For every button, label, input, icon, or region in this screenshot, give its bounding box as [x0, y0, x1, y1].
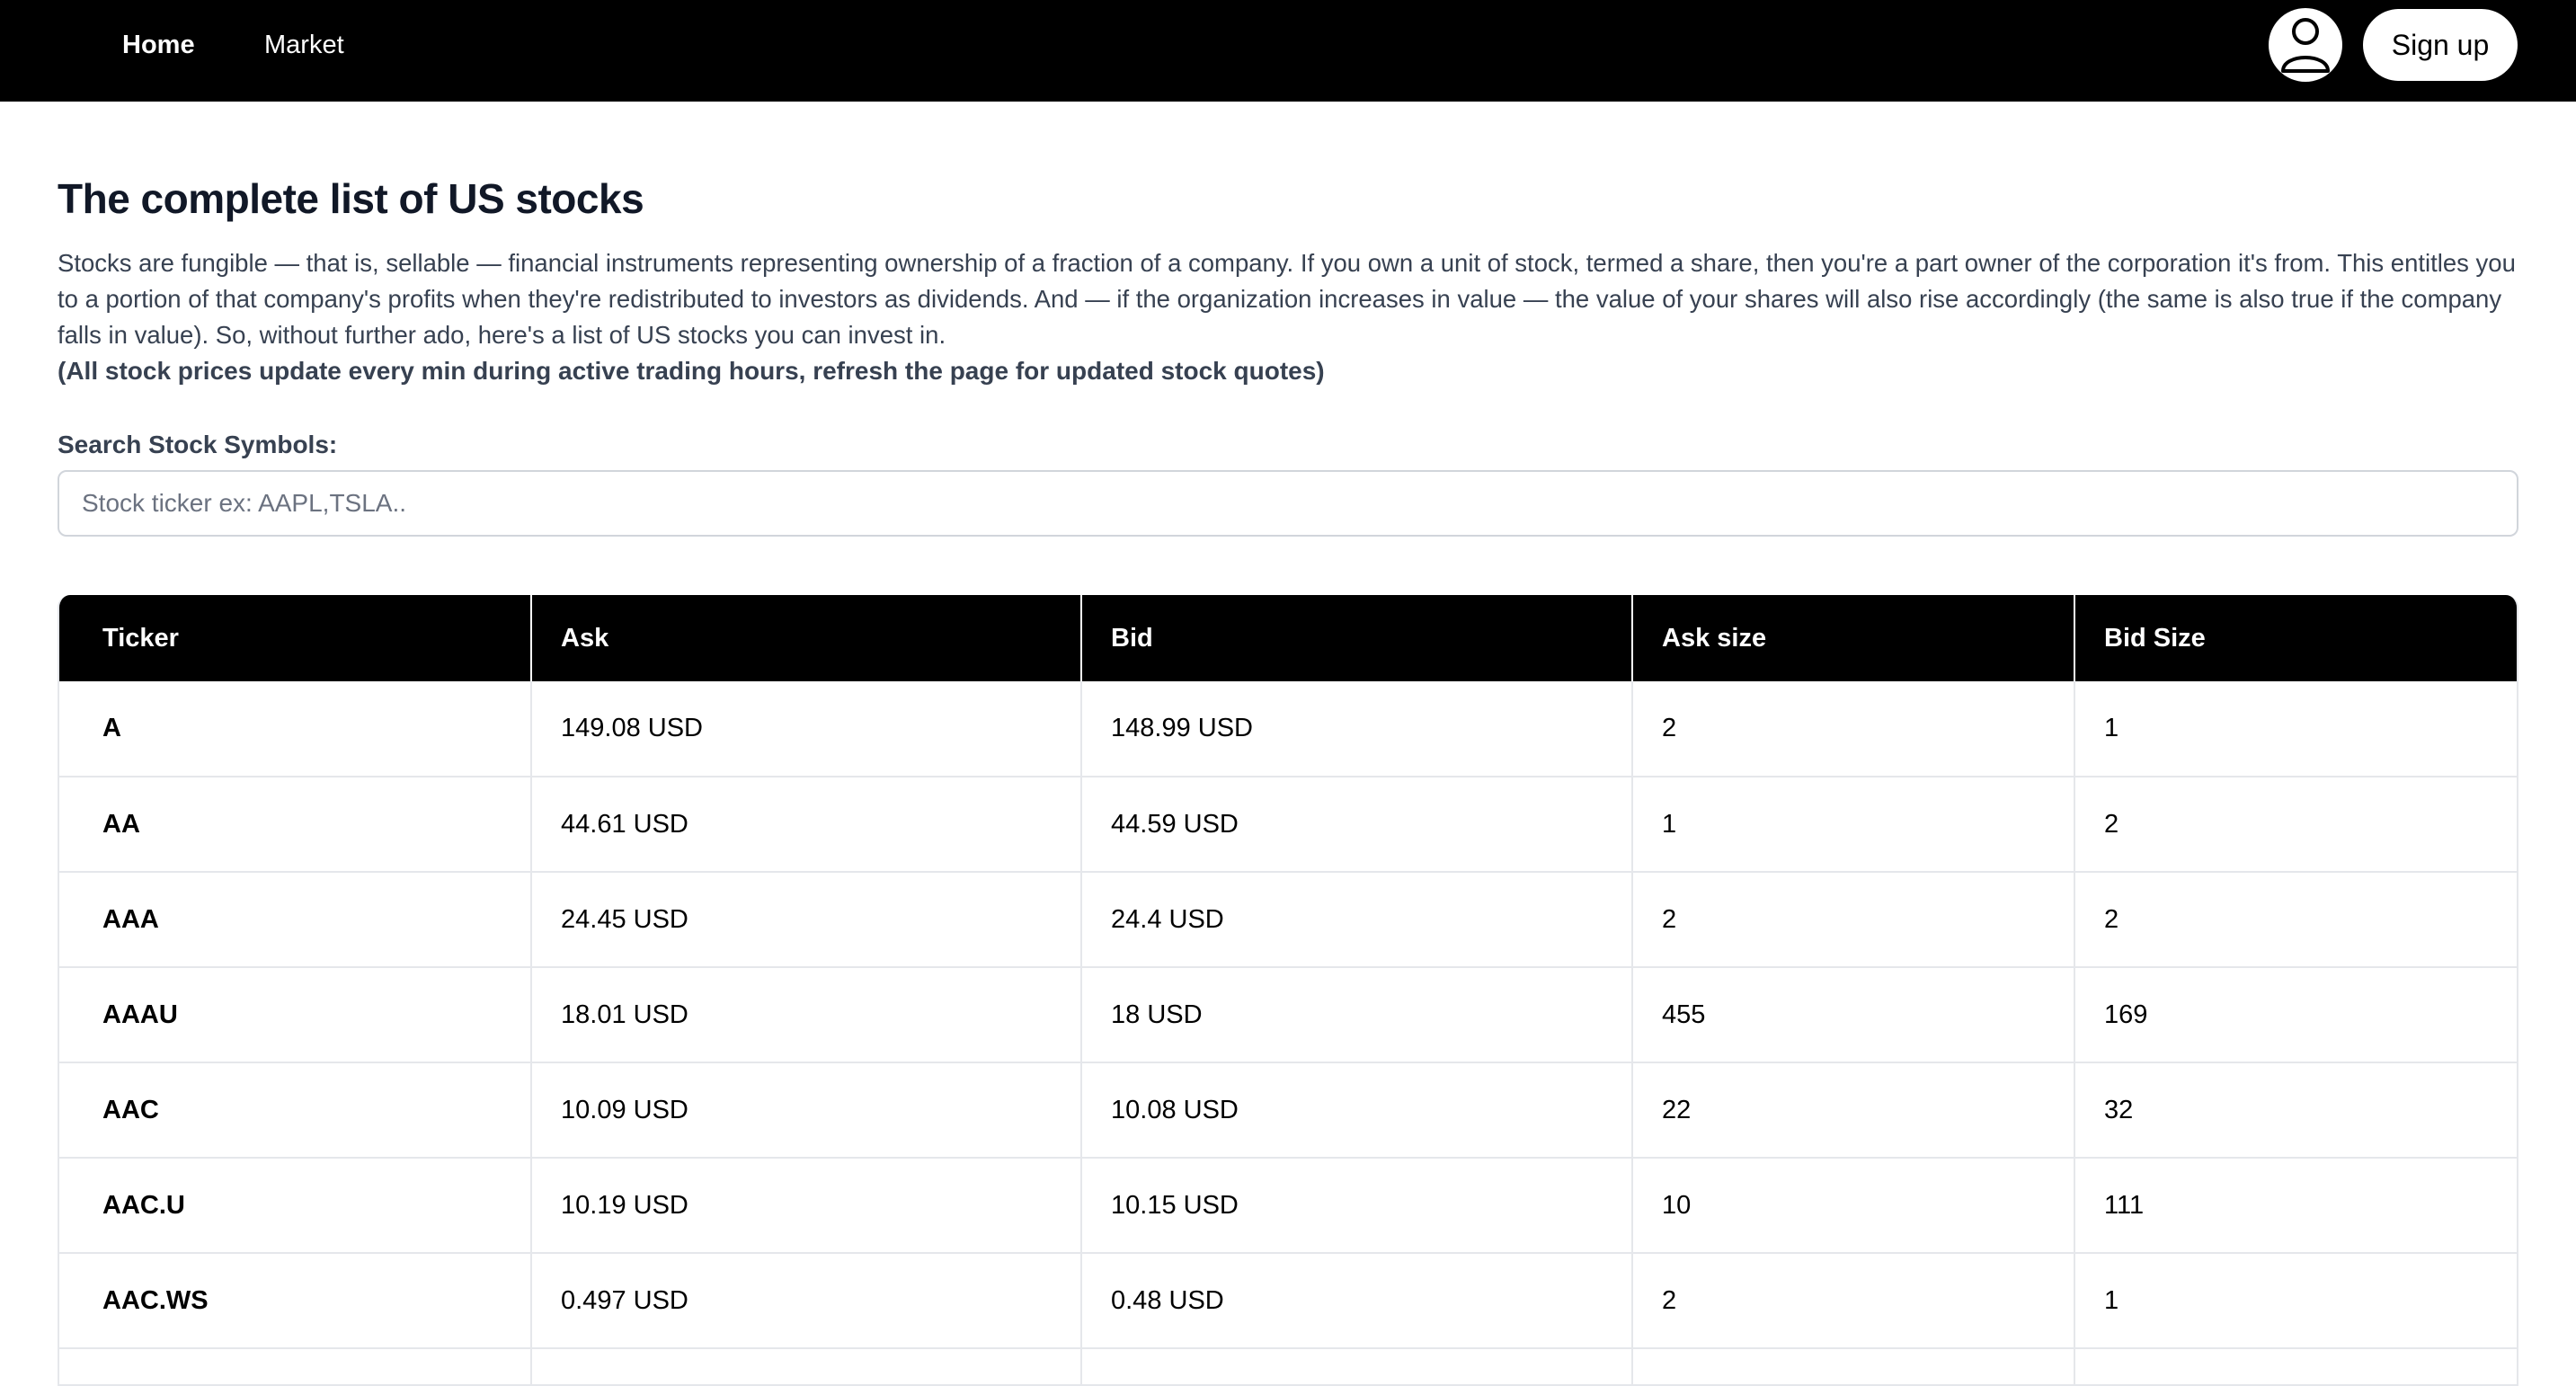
ticker-cell: AAA: [59, 872, 532, 967]
table-row[interactable]: AA 44.61 USD 44.59 USD 1 2: [59, 777, 2517, 872]
bid-size-cell: 1: [2104, 1285, 2119, 1315]
ask-size-cell: 1: [1632, 777, 2075, 872]
bid-cell: 0.48 USD: [1081, 1253, 1633, 1348]
ask-size-cell: 22: [1632, 1062, 2075, 1158]
ask-size-cell: 2: [1632, 1253, 2075, 1348]
column-header-ask-size[interactable]: Ask size: [1632, 595, 2075, 681]
bid-cell: 44.59 USD: [1081, 777, 1633, 872]
ticker-cell: AAAU: [59, 967, 532, 1062]
ask-cell: 10.09 USD: [531, 1062, 1082, 1158]
ask-size-cell: [1632, 1348, 2075, 1384]
table-body: A 149.08 USD 148.99 USD 2 1 AA 44.61 USD…: [59, 681, 2517, 1384]
stocks-table-container: Ticker Ask Bid Ask size Bid Size A 149.0…: [58, 595, 2518, 1386]
column-header-bid-size[interactable]: Bid Size: [2074, 595, 2517, 681]
table-row[interactable]: AAA 24.45 USD 24.4 USD 2 2: [59, 872, 2517, 967]
signup-button[interactable]: Sign up: [2363, 9, 2518, 81]
table-row[interactable]: [59, 1348, 2517, 1384]
bid-cell: 24.4 USD: [1081, 872, 1633, 967]
ticker-cell: AAC: [59, 1062, 532, 1158]
bid-cell: 10.15 USD: [1081, 1158, 1633, 1253]
ask-cell: [531, 1348, 1082, 1384]
ask-size-cell: 455: [1632, 967, 2075, 1062]
table-row[interactable]: A 149.08 USD 148.99 USD 2 1: [59, 681, 2517, 777]
user-icon: [2281, 18, 2330, 73]
bid-size-cell: 111: [2104, 1190, 2145, 1220]
ask-size-cell: 10: [1632, 1158, 2075, 1253]
column-header-ask[interactable]: Ask: [531, 595, 1082, 681]
ask-cell: 10.19 USD: [531, 1158, 1082, 1253]
bid-size-cell: 1: [2104, 714, 2119, 742]
ask-cell: 149.08 USD: [531, 681, 1082, 777]
bid-cell: [1081, 1348, 1633, 1384]
bid-cell: 148.99 USD: [1081, 681, 1633, 777]
bid-cell: 18 USD: [1081, 967, 1633, 1062]
ticker-cell: AAC.WS: [59, 1253, 532, 1348]
ticker-cell: AA: [59, 777, 532, 872]
user-avatar-button[interactable]: [2269, 8, 2342, 82]
bid-size-cell: 2: [2104, 904, 2119, 934]
ticker-cell: A: [59, 681, 532, 777]
table-row[interactable]: AAAU 18.01 USD 18 USD 455 169: [59, 967, 2517, 1062]
stock-search-input[interactable]: [58, 470, 2518, 537]
nav-link-home[interactable]: Home: [122, 0, 195, 90]
ticker-cell: [59, 1348, 532, 1384]
bid-size-cell: 169: [2104, 1000, 2148, 1029]
ticker-cell: AAC.U: [59, 1158, 532, 1253]
bid-size-cell: [2074, 1348, 2517, 1384]
search-label: Search Stock Symbols:: [58, 431, 338, 458]
table-row[interactable]: AAC 10.09 USD 10.08 USD 22 32: [59, 1062, 2517, 1158]
table-header-row: Ticker Ask Bid Ask size Bid Size: [59, 595, 2517, 681]
ask-cell: 18.01 USD: [531, 967, 1082, 1062]
ask-size-cell: 2: [1632, 681, 2075, 777]
table-row[interactable]: AAC.WS 0.497 USD 0.48 USD 2 1: [59, 1253, 2517, 1348]
ask-cell: 44.61 USD: [531, 777, 1082, 872]
update-note: (All stock prices update every min durin…: [58, 357, 1325, 385]
stocks-table: Ticker Ask Bid Ask size Bid Size A 149.0…: [59, 595, 2517, 1384]
page-title: The complete list of US stocks: [58, 175, 644, 222]
bid-cell: 10.08 USD: [1081, 1062, 1633, 1158]
column-header-bid[interactable]: Bid: [1081, 595, 1633, 681]
intro-paragraph: Stocks are fungible — that is, sellable …: [58, 249, 2516, 349]
bid-size-cell: 2: [2104, 809, 2119, 839]
ask-size-cell: 2: [1632, 872, 2075, 967]
bid-size-cell: 32: [2104, 1095, 2134, 1124]
ask-cell: 24.45 USD: [531, 872, 1082, 967]
column-header-ticker[interactable]: Ticker: [59, 595, 532, 681]
table-row[interactable]: AAC.U 10.19 USD 10.15 USD 10 111: [59, 1158, 2517, 1253]
top-navbar: Home Market Sign up: [0, 0, 2576, 102]
ask-cell: 0.497 USD: [531, 1253, 1082, 1348]
nav-link-market[interactable]: Market: [264, 0, 344, 90]
